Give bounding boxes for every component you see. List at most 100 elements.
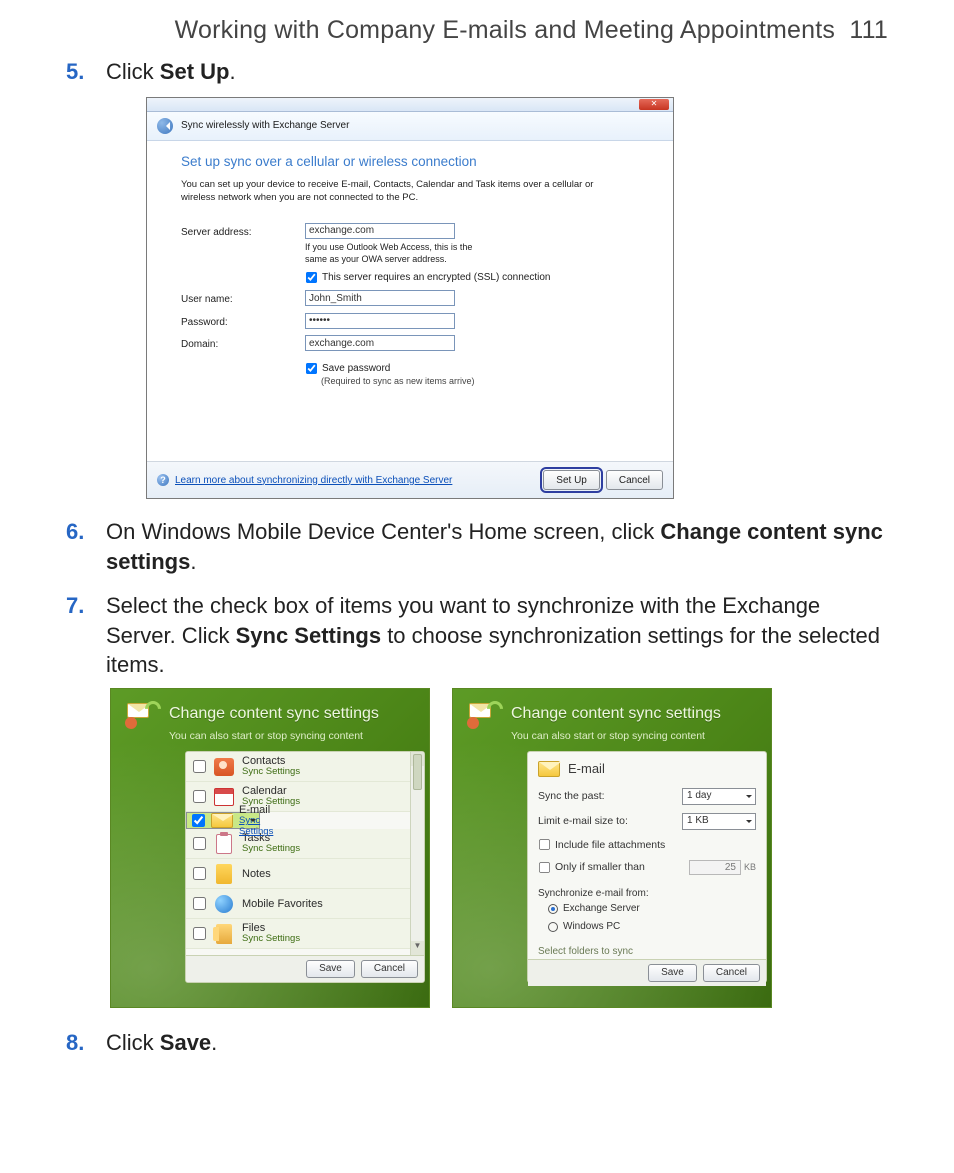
notes-icon xyxy=(216,864,232,884)
username-label: User name: xyxy=(181,290,305,307)
limit-size-label: Limit e-mail size to: xyxy=(538,814,628,828)
set-up-button[interactable]: Set Up xyxy=(543,470,600,490)
sync-item-checkbox[interactable] xyxy=(193,760,206,773)
radio-icon xyxy=(548,922,558,932)
sync-past-label: Sync the past: xyxy=(538,789,605,803)
save-password-label: Save password xyxy=(322,362,390,376)
ssl-checkbox[interactable] xyxy=(306,272,317,283)
kb-unit: KB xyxy=(744,861,756,873)
sync-settings-link[interactable]: Sync Settings xyxy=(242,844,300,854)
step-5: 5. Click Set Up. ✕ Sync wirelessly with … xyxy=(66,57,888,499)
step-text-bold: Save xyxy=(160,1030,211,1055)
step-text-post: . xyxy=(211,1030,217,1055)
step-text-pre: On Windows Mobile Device Center's Home s… xyxy=(106,519,660,544)
step-8: 8. Click Save. xyxy=(66,1028,888,1058)
sync-from-windows-pc[interactable]: Windows PC xyxy=(548,920,756,934)
sync-past-select[interactable]: 1 day xyxy=(682,788,756,805)
sync-item-checkbox[interactable] xyxy=(193,837,206,850)
radio-label: Exchange Server xyxy=(563,902,640,916)
step-text-bold: Sync Settings xyxy=(236,623,381,648)
limit-size-select[interactable]: 1 KB xyxy=(682,813,756,830)
sync-settings-link[interactable]: Sync Settings xyxy=(242,767,300,777)
dialog-description: You can set up your device to receive E-… xyxy=(181,179,621,205)
sync-header-icon xyxy=(125,699,161,729)
step-text-pre: Click xyxy=(106,1030,160,1055)
sync-item-name: Mobile Favorites xyxy=(242,898,323,910)
sync-item-checkbox[interactable] xyxy=(193,790,206,803)
close-icon[interactable]: ✕ xyxy=(639,99,669,110)
sync-item-row[interactable]: CalendarSync Settings xyxy=(186,782,424,812)
sync-settings-link[interactable]: Sync Settings xyxy=(242,934,300,944)
step-7: 7. Select the check box of items you wan… xyxy=(66,591,888,1008)
dialog-breadcrumb: Sync wirelessly with Exchange Server xyxy=(147,112,673,141)
cancel-button[interactable]: Cancel xyxy=(703,964,760,982)
sync-item-checkbox[interactable] xyxy=(193,867,206,880)
step-number: 8. xyxy=(66,1028,84,1058)
server-label: Server address: xyxy=(181,223,305,240)
dialog-titlebar: ✕ xyxy=(147,98,673,112)
learn-more-link[interactable]: Learn more about synchronizing directly … xyxy=(175,474,452,488)
step-number: 5. xyxy=(66,57,84,87)
domain-input[interactable] xyxy=(305,335,455,351)
radio-icon xyxy=(548,904,558,914)
step-number: 7. xyxy=(66,591,84,621)
email-icon xyxy=(538,761,560,777)
step-text-post: . xyxy=(190,549,196,574)
favorites-icon xyxy=(215,895,233,913)
sync-item-row[interactable]: FilesSync Settings xyxy=(186,919,424,949)
sync-item-checkbox[interactable] xyxy=(193,897,206,910)
panel-title: Change content sync settings xyxy=(511,703,721,725)
email-section-title: E-mail xyxy=(568,760,605,778)
cancel-button[interactable]: Cancel xyxy=(361,960,418,978)
sync-item-checkbox[interactable] xyxy=(192,814,205,827)
sync-item-row[interactable]: ContactsSync Settings xyxy=(186,752,424,782)
server-address-input[interactable] xyxy=(305,223,455,239)
sync-settings-panel-list: Change content sync settings You can als… xyxy=(110,688,430,1008)
panel-title: Change content sync settings xyxy=(169,703,379,725)
files-icon xyxy=(216,924,232,944)
sync-item-checkbox[interactable] xyxy=(193,927,206,940)
domain-label: Domain: xyxy=(181,335,305,352)
server-hint: If you use Outlook Web Access, this is t… xyxy=(305,241,485,265)
select-folders-link[interactable]: Select folders to sync xyxy=(538,945,756,959)
only-if-size-input[interactable]: 25 xyxy=(689,860,741,875)
ssl-label: This server requires an encrypted (SSL) … xyxy=(322,271,550,285)
only-if-smaller-checkbox[interactable] xyxy=(539,862,550,873)
scroll-thumb[interactable] xyxy=(413,754,422,790)
save-button[interactable]: Save xyxy=(306,960,355,978)
back-icon[interactable] xyxy=(157,118,173,134)
sync-settings-link[interactable]: Sync Settings xyxy=(239,816,273,837)
step-text-post: . xyxy=(229,59,235,84)
tasks-icon xyxy=(216,834,232,854)
calendar-icon xyxy=(214,788,234,806)
exchange-setup-dialog: ✕ Sync wirelessly with Exchange Server S… xyxy=(146,97,674,500)
dialog-heading: Set up sync over a cellular or wireless … xyxy=(181,153,639,171)
contacts-icon xyxy=(214,758,234,776)
only-if-smaller-label: Only if smaller than xyxy=(555,860,645,874)
cancel-button[interactable]: Cancel xyxy=(606,470,663,490)
panel-subtitle: You can also start or stop syncing conte… xyxy=(169,729,415,743)
sync-item-row[interactable]: TasksSync Settings xyxy=(186,829,424,859)
sync-item-name: Notes xyxy=(242,868,271,880)
sync-settings-panel-email: Change content sync settings You can als… xyxy=(452,688,772,1008)
breadcrumb-text: Sync wirelessly with Exchange Server xyxy=(181,119,349,133)
sync-item-row[interactable]: Notes xyxy=(186,859,424,889)
sync-header-icon xyxy=(467,699,503,729)
sync-item-row[interactable]: E-mailSync Settings xyxy=(186,812,260,829)
save-button[interactable]: Save xyxy=(648,964,697,982)
password-input[interactable] xyxy=(305,313,455,329)
step-text-bold: Set Up xyxy=(160,59,230,84)
include-attachments-checkbox[interactable] xyxy=(539,839,550,850)
step-6: 6. On Windows Mobile Device Center's Hom… xyxy=(66,517,888,576)
sync-item-row[interactable]: Mobile Favorites xyxy=(186,889,424,919)
email-icon xyxy=(211,813,233,828)
panel-subtitle: You can also start or stop syncing conte… xyxy=(511,729,757,743)
save-password-checkbox[interactable] xyxy=(306,363,317,374)
username-input[interactable] xyxy=(305,290,455,306)
scroll-down-icon[interactable]: ▼ xyxy=(411,941,424,955)
sync-from-exchange[interactable]: Exchange Server xyxy=(548,902,756,916)
header-title: Working with Company E-mails and Meeting… xyxy=(175,16,835,44)
list-scrollbar[interactable]: ▲ ▼ xyxy=(410,752,424,955)
help-icon[interactable]: ? xyxy=(157,474,169,486)
page-header: Working with Company E-mails and Meeting… xyxy=(66,16,888,45)
